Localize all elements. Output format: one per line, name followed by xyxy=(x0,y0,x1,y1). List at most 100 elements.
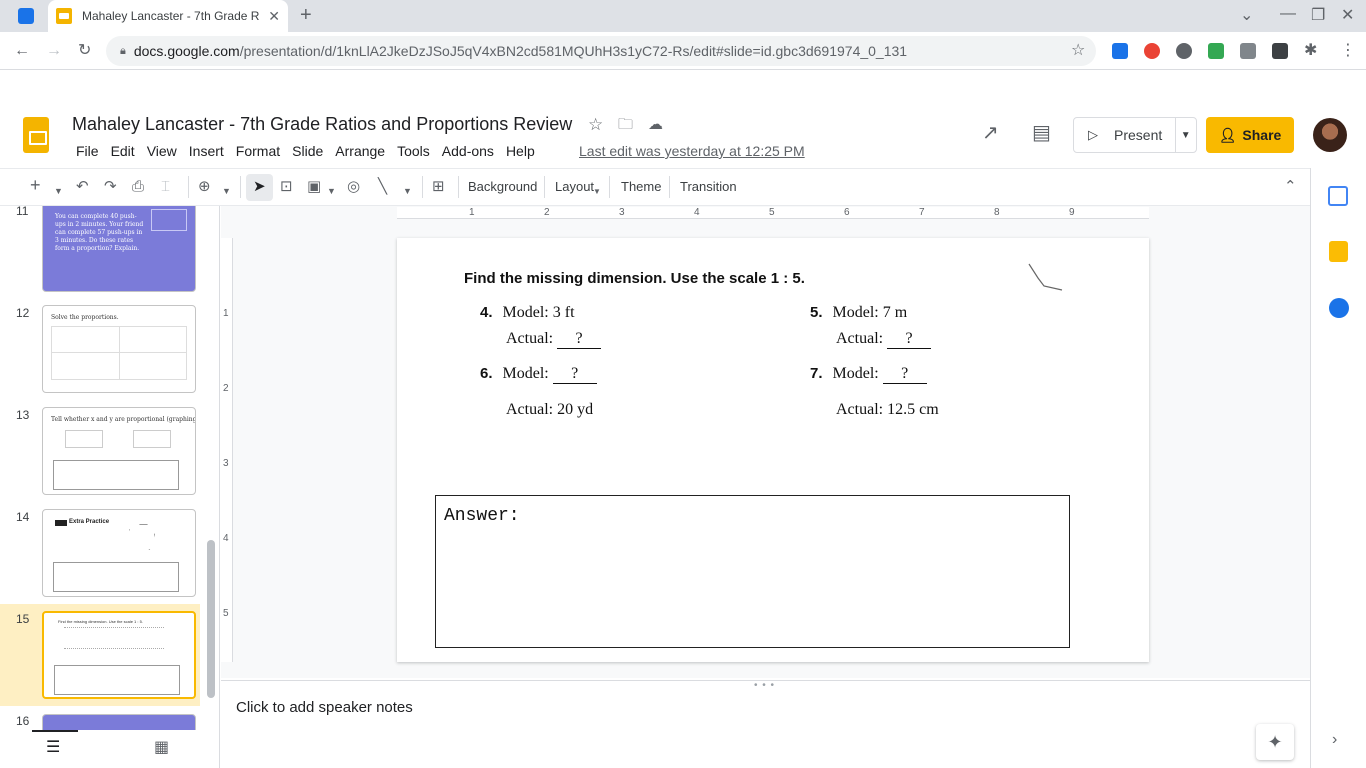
model-blank: ? xyxy=(882,365,927,384)
new-slide-icon[interactable]: + xyxy=(30,176,41,194)
forward-icon[interactable]: → xyxy=(46,43,62,59)
problem-5-actual: Actual: ? xyxy=(836,330,932,349)
extension-icon-5[interactable] xyxy=(1240,43,1256,59)
new-tab-icon[interactable]: + xyxy=(300,5,312,25)
share-button[interactable]: 👤︎ Share xyxy=(1206,117,1294,153)
cloud-status-icon[interactable]: ☁︎ xyxy=(648,117,663,133)
menu-addons[interactable]: Add-ons xyxy=(436,142,500,160)
paint-format-icon[interactable]: ⌶ xyxy=(161,179,170,195)
back-icon[interactable]: ← xyxy=(14,43,30,59)
tasks-icon[interactable] xyxy=(1329,298,1349,318)
menu-slide[interactable]: Slide xyxy=(286,142,329,160)
theme-button[interactable]: Theme xyxy=(621,179,661,195)
chrome-menu-icon[interactable]: ⋮ xyxy=(1340,43,1356,59)
last-edit-link[interactable]: Last edit was yesterday at 12:25 PM xyxy=(579,143,805,159)
explore-button[interactable]: ✦ xyxy=(1256,724,1294,760)
browser-tab-active[interactable]: Mahaley Lancaster - 7th Grade R ✕ xyxy=(48,0,288,32)
transition-button[interactable]: Transition xyxy=(680,179,737,195)
problem-number: 7. xyxy=(810,365,823,382)
redo-icon[interactable]: ↷ xyxy=(104,179,117,195)
line-icon[interactable]: ╲ xyxy=(378,179,387,195)
menu-format[interactable]: Format xyxy=(230,142,286,160)
slide-thumbnail-15[interactable]: Find the missing dimension. Use the scal… xyxy=(42,611,196,699)
shape-icon[interactable]: ◎ xyxy=(347,179,360,195)
toolbar-divider xyxy=(458,176,459,198)
comments-icon[interactable]: ▤ xyxy=(1032,123,1051,143)
undo-icon[interactable]: ↶ xyxy=(76,179,89,195)
line-dropdown-icon[interactable]: ▼ xyxy=(403,183,412,199)
grid-view-icon[interactable]: ▦ xyxy=(154,740,169,756)
minimize-icon[interactable]: — xyxy=(1280,6,1296,22)
extensions-puzzle-icon[interactable]: ✱ xyxy=(1304,43,1317,59)
keep-icon[interactable] xyxy=(1329,241,1348,262)
url-field[interactable]: 🔒︎ docs.google.com /presentation/d/1knLl… xyxy=(106,36,1096,66)
layout-dropdown-icon[interactable]: ▼ xyxy=(593,184,601,200)
slide-thumbnail-12[interactable]: Solve the proportions. xyxy=(42,305,196,393)
explore-sparkle-icon: ✦ xyxy=(1267,731,1283,752)
menu-edit[interactable]: Edit xyxy=(105,142,141,160)
zoom-icon[interactable]: ⊕ xyxy=(198,179,211,195)
move-folder-icon[interactable]: 🗀︎ xyxy=(618,117,633,133)
print-icon[interactable]: ⎙ xyxy=(132,179,144,195)
expand-side-panel-icon[interactable]: › xyxy=(1332,732,1337,748)
select-cursor-icon[interactable]: ➤ xyxy=(253,179,266,195)
text-box-icon[interactable]: ⊡ xyxy=(280,179,293,195)
slide-thumbnail-16[interactable] xyxy=(42,714,196,730)
image-dropdown-icon[interactable]: ▼ xyxy=(327,183,336,199)
collapse-menus-icon[interactable]: ⌃ xyxy=(1284,179,1297,195)
menu-help[interactable]: Help xyxy=(500,142,541,160)
speaker-notes-placeholder[interactable]: Click to add speaker notes xyxy=(236,699,413,716)
toolbar-divider xyxy=(609,176,610,198)
ruler-tick-label: 5 xyxy=(223,608,229,619)
add-comment-icon[interactable]: ⊞ xyxy=(432,179,445,195)
menu-view[interactable]: View xyxy=(141,142,183,160)
slide-thumbnail-11[interactable]: You can complete 40 push-ups in 2 minute… xyxy=(42,206,196,292)
tab-search-icon[interactable] xyxy=(18,8,34,24)
extension-icon-2[interactable] xyxy=(1144,43,1160,59)
problem-4-model: 4. Model: 3 ft xyxy=(480,304,575,322)
slide-thumb-answer-box xyxy=(53,460,179,490)
menu-insert[interactable]: Insert xyxy=(183,142,230,160)
activity-trend-icon[interactable]: ↗ xyxy=(982,123,999,143)
slide-thumbnail-14[interactable]: Extra Practice xyxy=(42,509,196,597)
new-slide-dropdown-icon[interactable]: ▼ xyxy=(54,183,63,199)
filmstrip-view-icon[interactable]: ☰ xyxy=(46,740,60,756)
extension-icon-4[interactable] xyxy=(1208,43,1224,59)
maximize-icon[interactable]: ❐ xyxy=(1311,8,1325,24)
tab-list-icon[interactable]: ⌄ xyxy=(1240,8,1253,24)
document-title[interactable]: Mahaley Lancaster - 7th Grade Ratios and… xyxy=(72,114,572,135)
slide-thumbnail-13[interactable]: Tell whether x and y are proportional (g… xyxy=(42,407,196,495)
extension-icon-6[interactable] xyxy=(1272,43,1288,59)
image-icon[interactable]: ▣ xyxy=(307,179,321,195)
extension-icon-3[interactable] xyxy=(1176,43,1192,59)
problem-6-model: 6. Model: ? xyxy=(480,365,597,384)
speaker-notes-panel[interactable] xyxy=(221,680,1310,768)
star-icon[interactable]: ☆ xyxy=(588,116,603,133)
menu-arrange[interactable]: Arrange xyxy=(329,142,391,160)
slides-home-icon[interactable] xyxy=(23,117,49,153)
slide-thumb-grid-line xyxy=(51,352,187,353)
present-dropdown-icon[interactable]: ▼ xyxy=(1174,118,1197,152)
close-window-icon[interactable]: ✕ xyxy=(1341,8,1354,24)
bookmark-star-icon[interactable]: ☆ xyxy=(1071,43,1085,59)
close-tab-icon[interactable]: ✕ xyxy=(268,8,280,25)
slides-favicon-icon xyxy=(56,8,72,24)
ruler-tick-label: 8 xyxy=(994,207,1000,218)
notes-resize-handle[interactable]: • • • xyxy=(754,680,775,691)
menu-bar: File Edit View Insert Format Slide Arran… xyxy=(70,142,541,160)
background-button[interactable]: Background xyxy=(468,179,537,195)
extension-icon-1[interactable] xyxy=(1112,43,1128,59)
slide-thumb-box xyxy=(151,209,187,231)
layout-button[interactable]: Layout xyxy=(555,179,594,195)
present-button[interactable]: ▷ Present ▼ xyxy=(1073,117,1197,153)
avatar[interactable] xyxy=(1313,118,1347,152)
answer-text-box[interactable] xyxy=(435,495,1070,648)
reload-icon[interactable]: ↻ xyxy=(78,43,91,59)
zoom-dropdown-icon[interactable]: ▼ xyxy=(222,183,231,199)
menu-file[interactable]: File xyxy=(70,142,105,160)
filmstrip-scrollbar[interactable] xyxy=(207,540,215,698)
menu-tools[interactable]: Tools xyxy=(391,142,436,160)
slide-thumb-answer-box xyxy=(54,665,180,695)
model-label: Model: xyxy=(832,304,879,321)
calendar-icon[interactable] xyxy=(1328,186,1348,206)
